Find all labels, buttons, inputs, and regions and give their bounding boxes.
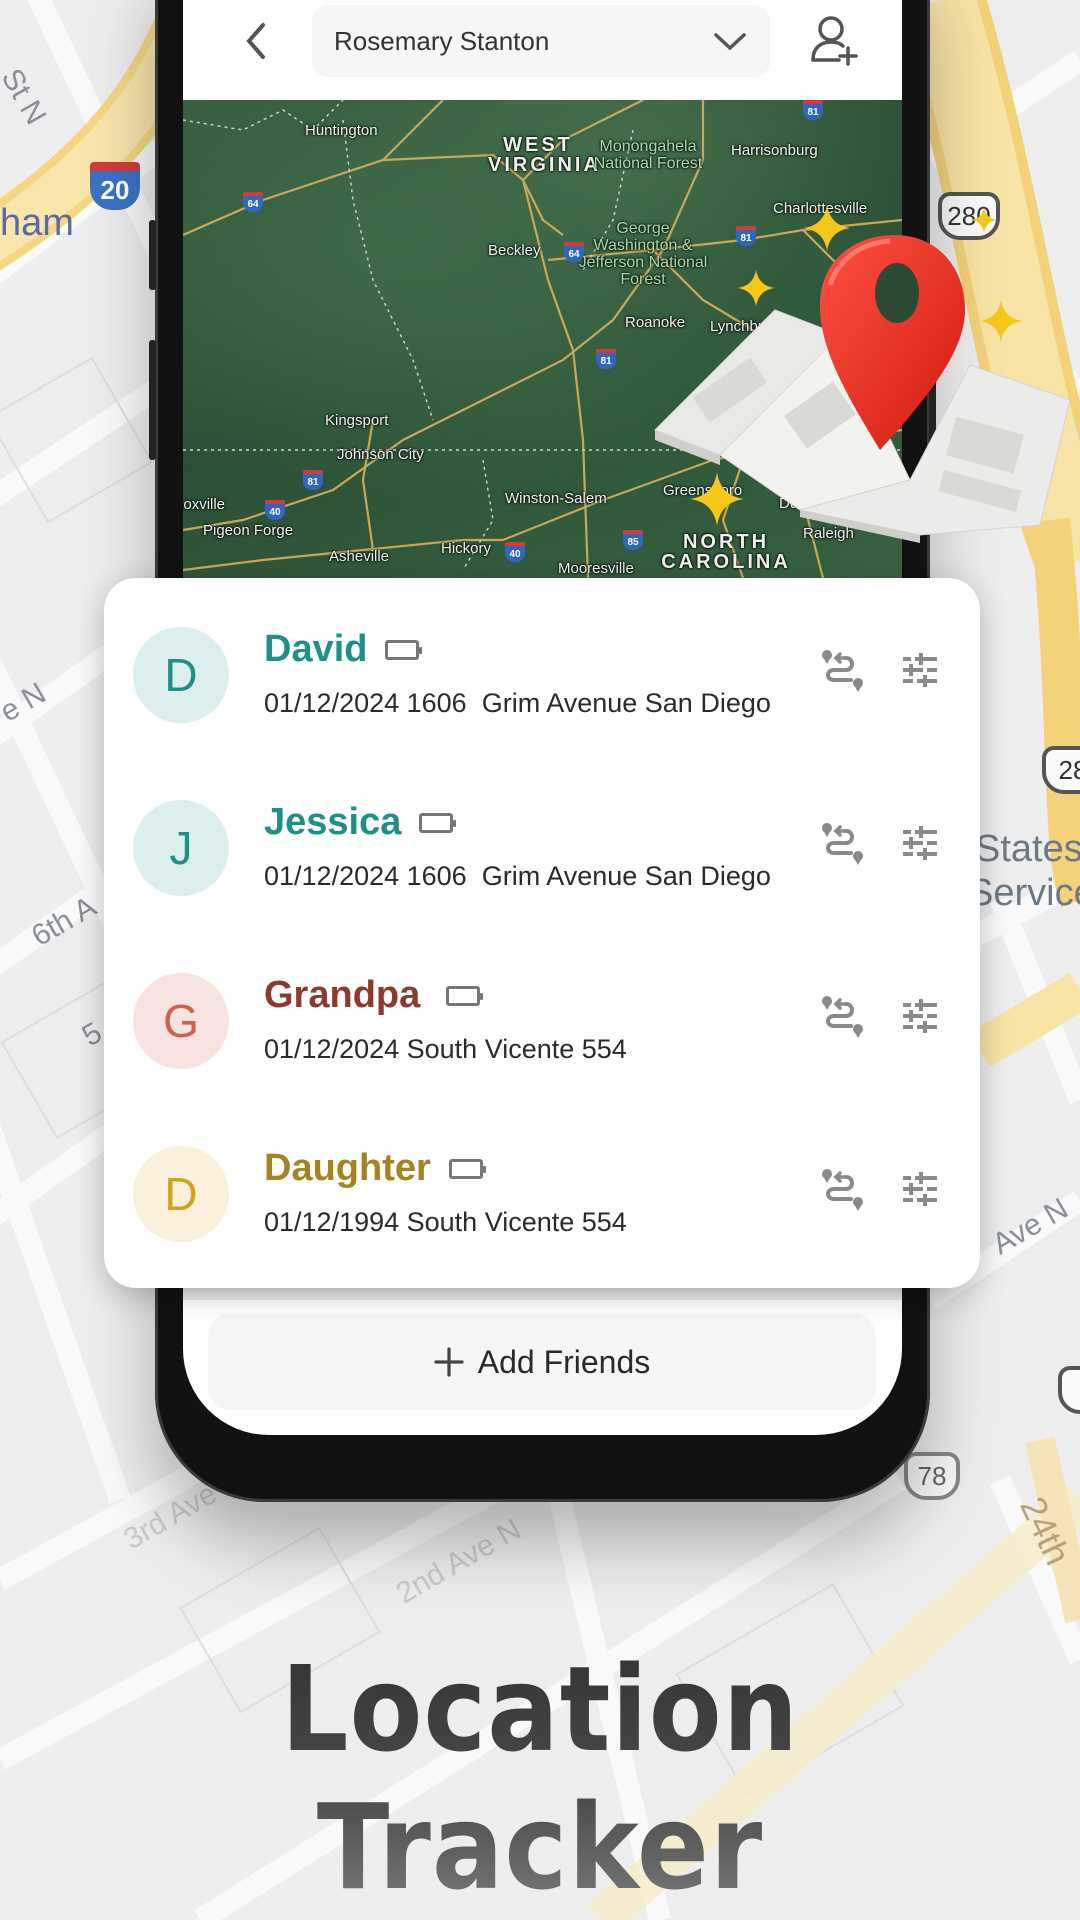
map-label-city: Johnson City [337, 446, 424, 463]
sparkle-icon [804, 205, 850, 251]
member-row[interactable]: J Jessica 01/12/2024 1606 Grim Avenue Sa… [104, 751, 980, 924]
avatar: J [133, 800, 229, 896]
person-selector-dropdown[interactable]: Rosemary Stanton [312, 5, 770, 77]
us-route-shield: 78 [904, 1452, 960, 1500]
avatar: D [133, 627, 229, 723]
member-name: Grandpa [264, 974, 421, 1016]
selected-person: Rosemary Stanton [334, 25, 550, 56]
map-label-city: Beckley [488, 242, 541, 259]
member-settings-button[interactable] [894, 1163, 946, 1215]
avatar: D [133, 1146, 229, 1242]
interstate-shield: 81 [596, 349, 616, 369]
state-name-west-virginia: WEST VIRGINIA [488, 134, 601, 176]
us-route-shield: 28 [1042, 746, 1080, 794]
phone-side-button [929, 340, 936, 500]
avatar-initial: D [164, 1168, 198, 1220]
battery-icon [446, 985, 484, 1006]
map-label-city: Asheville [329, 548, 390, 565]
sparkle-icon [979, 299, 1023, 343]
add-friends-label: Add Friends [477, 1343, 651, 1380]
member-location-detail: 01/12/1994 South Vicente 554 [264, 1207, 627, 1237]
add-friends-button[interactable]: Add Friends [208, 1314, 876, 1410]
route-history-button[interactable] [816, 990, 868, 1042]
member-row[interactable]: D Daughter 01/12/1994 South Vicente 554 [104, 1097, 980, 1270]
map-label-city: Knoxville [183, 496, 226, 513]
sparkle-icon [690, 472, 744, 526]
phone-side-button [149, 220, 156, 290]
member-settings-button[interactable] [894, 644, 946, 696]
avatar-initial: G [163, 995, 199, 1047]
map-label-city: Roanoke [625, 314, 686, 331]
avatar-initial: J [169, 822, 193, 874]
map-label-city: Durham [779, 495, 833, 512]
member-row[interactable]: D David 01/12/2024 1606 Grim Avenue San … [104, 578, 980, 751]
interstate-shield: 81 [303, 470, 323, 490]
member-name: David [264, 628, 368, 670]
bg-label-poi: Service [968, 872, 1080, 914]
plus-icon [434, 1347, 464, 1377]
battery-icon [448, 1158, 486, 1179]
map-label-city: Winston-Salem [505, 490, 607, 507]
route-history-button[interactable] [816, 817, 868, 869]
map-label-city: Harrisonburg [731, 142, 818, 159]
map-label-city: Pigeon Forge [203, 522, 294, 539]
app-header: Rosemary Stanton [183, 0, 902, 100]
interstate-shield: 64 [243, 192, 263, 212]
sliders-icon [903, 1172, 937, 1206]
map-label-state: NORTH CAROLINA [661, 531, 791, 573]
sparkle-icon [737, 269, 775, 307]
sliders-icon [903, 653, 937, 687]
interstate-shield: 40 [505, 542, 525, 562]
battery-icon [385, 639, 423, 660]
avatar-initial: D [164, 649, 198, 701]
map-label-city: Kingsport [325, 412, 389, 429]
interstate-shield: 40 [265, 500, 285, 520]
member-name: Daughter [264, 1147, 431, 1189]
back-button[interactable] [233, 18, 279, 64]
battery-icon [419, 812, 457, 833]
member-location-detail: 01/12/2024 1606 Grim Avenue San Diego [264, 861, 771, 891]
map-label-forest: Monongahela National Forest [593, 138, 703, 172]
route-history-button[interactable] [816, 644, 868, 696]
map-label-city: Lynchburg [710, 318, 780, 335]
interstate-shield: 85 [623, 530, 643, 550]
add-user-button[interactable] [808, 14, 860, 66]
map-label-city: Raleigh [803, 525, 854, 542]
sparkle-icon [971, 207, 997, 233]
promo-title: Location Tracker [54, 1640, 1026, 1916]
map-label-city: Mooresville [558, 560, 634, 577]
user-plus-icon [811, 16, 858, 66]
satellite-map[interactable]: Huntington WEST VIRGINIA Monongahela Nat… [183, 100, 902, 578]
map-label-city: Huntington [305, 122, 378, 139]
interstate-shield: 81 [803, 100, 823, 120]
chevron-down-icon [714, 33, 746, 51]
member-location-detail: 01/12/2024 South Vicente 554 [264, 1034, 627, 1064]
interstate-shield: 64 [564, 242, 584, 262]
map-label-state: WEST VIRGINIA [488, 134, 601, 176]
sliders-icon [903, 826, 937, 860]
chevron-left-icon [246, 23, 265, 59]
route-icon [822, 650, 863, 692]
map-label-forest: George Washington & Jefferson National F… [578, 220, 708, 288]
member-location-detail: 01/12/2024 1606 Grim Avenue San Diego [264, 688, 771, 718]
member-name: Jessica [264, 801, 402, 843]
members-card: D David 01/12/2024 1606 Grim Avenue San … [104, 578, 980, 1288]
member-settings-button[interactable] [894, 990, 946, 1042]
route-icon [822, 1169, 863, 1211]
route-icon [822, 823, 863, 865]
bg-label-poi: States [975, 828, 1080, 870]
route-history-button[interactable] [816, 1163, 868, 1215]
interstate-shield: 81 [736, 226, 756, 246]
avatar: G [133, 973, 229, 1069]
map-label-city: Hickory [441, 540, 492, 557]
sliders-icon [903, 999, 937, 1033]
interstate-shield: 20 [90, 162, 140, 210]
phone-side-button [149, 340, 156, 460]
member-row[interactable]: G Grandpa 01/12/2024 South Vicente 554 [104, 924, 980, 1097]
bg-label-city: ham [0, 202, 74, 244]
member-settings-button[interactable] [894, 817, 946, 869]
route-icon [822, 996, 863, 1038]
